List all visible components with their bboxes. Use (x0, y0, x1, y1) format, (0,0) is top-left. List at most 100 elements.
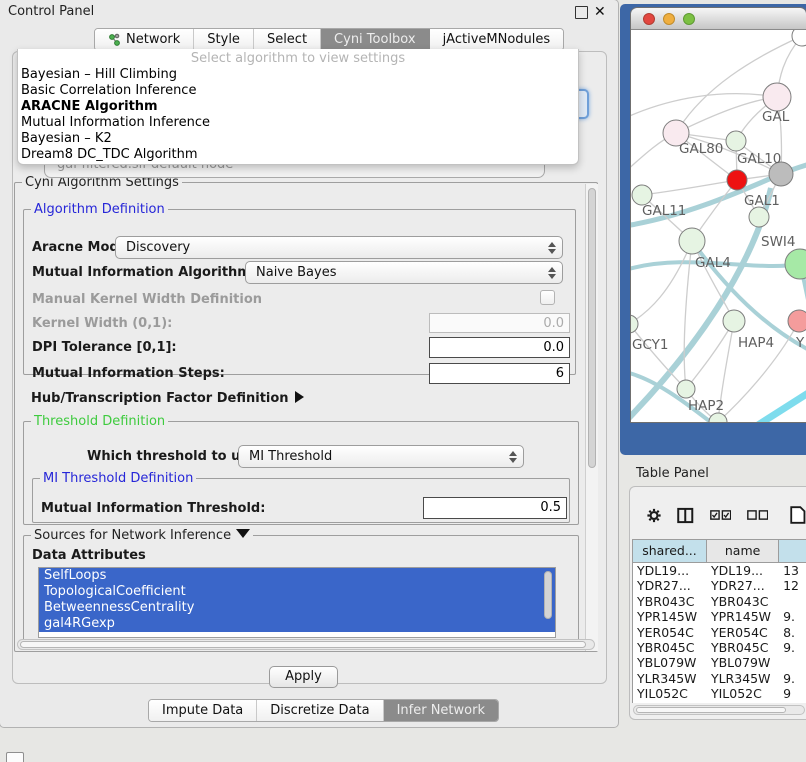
algorithm-option-aracne-algorithm[interactable]: ARACNE Algorithm (18, 99, 578, 115)
deselect-all-checkboxes-icon[interactable] (747, 509, 768, 521)
node-table: shared...name YDL19...YDL19...13YDR27...… (632, 539, 806, 703)
attributes-scrollbar-thumb[interactable] (544, 571, 552, 619)
settings-vertical-scrollbar[interactable] (585, 184, 598, 651)
network-node-gcy1[interactable] (631, 315, 638, 333)
select-all-checkboxes-icon[interactable] (710, 509, 731, 521)
close-icon[interactable]: ✕ (594, 6, 607, 19)
table-horizontal-scrollbar-thumb[interactable] (636, 707, 786, 713)
export-table-icon[interactable] (790, 504, 806, 526)
network-node-gal11[interactable] (632, 185, 652, 205)
network-edge (747, 390, 806, 422)
node-label-gal1: GAL1 (744, 193, 780, 209)
network-node-y[interactable] (788, 310, 806, 332)
expanded-arrow-icon[interactable] (236, 529, 250, 538)
combo-spinner-icon (544, 267, 562, 279)
network-canvas[interactable]: GALGAL80GAL10GAL1GAL11SWI4GAL4GCY1HAP4YH… (631, 30, 806, 422)
kernel-width-input[interactable]: 0.0 (429, 313, 570, 333)
column-header-name[interactable]: name (707, 540, 779, 563)
mi-type-combo[interactable]: Naive Bayes (245, 261, 563, 284)
tab-impute-data[interactable]: Impute Data (149, 700, 257, 721)
threshold-definition-title: Threshold Definition (31, 414, 168, 429)
network-edge (642, 180, 737, 195)
gear-icon[interactable] (647, 507, 661, 524)
network-edge (631, 372, 713, 422)
mi-threshold-group-title: MI Threshold Definition (40, 471, 196, 486)
tab-jactivemnodules[interactable]: jActiveMNodules (430, 29, 564, 50)
table-row[interactable]: YIL052CYIL052C9 (633, 686, 806, 701)
settings-horizontal-scrollbar[interactable] (17, 639, 595, 650)
table-row[interactable]: YPR145WYPR145W9. (633, 609, 806, 624)
node-label-gal4: GAL4 (695, 255, 731, 271)
network-node-gal10[interactable] (726, 131, 746, 151)
network-node-gal[interactable] (763, 83, 791, 111)
network-node-swi4[interactable] (749, 207, 769, 227)
network-node-hap2[interactable] (677, 380, 695, 398)
network-desktop-background: GALGAL80GAL10GAL1GAL11SWI4GAL4GCY1HAP4YH… (620, 4, 806, 455)
tab-network[interactable]: Network (95, 29, 194, 50)
algorithm-option-dream8-dc-tdc-algorithm[interactable]: Dream8 DC_TDC Algorithm (18, 147, 578, 163)
network-tab-icon (108, 33, 121, 47)
tab-select[interactable]: Select (254, 29, 321, 50)
collapsed-arrow-icon[interactable] (295, 391, 304, 403)
network-node-hap4[interactable] (723, 310, 745, 332)
tab-style[interactable]: Style (194, 29, 254, 50)
tab-cyni-toolbox[interactable]: Cyni Toolbox (321, 29, 430, 50)
tab-discretize-data[interactable]: Discretize Data (257, 700, 383, 721)
minimize-traffic-light-icon[interactable] (663, 13, 675, 25)
attribute-item-betweennesscentrality[interactable]: BetweennessCentrality (39, 600, 555, 616)
network-node-gal1[interactable] (727, 170, 747, 190)
cyni-algorithm-settings-group: Cyni Algorithm Settings Algorithm Defini… (14, 182, 598, 652)
network-node[interactable] (709, 413, 727, 422)
show-columns-icon[interactable] (677, 506, 694, 525)
network-node[interactable] (792, 30, 806, 46)
data-attributes-list[interactable]: SelfLoopsTopologicalCoefficientBetweenne… (38, 567, 556, 638)
network-edge (631, 94, 777, 118)
float-window-icon[interactable] (575, 6, 588, 19)
tab-infer-network[interactable]: Infer Network (384, 700, 498, 721)
attribute-item-gal4rgexp[interactable]: gal4RGexp (39, 616, 555, 632)
hub-definition-toggle[interactable]: Hub/Transcription Factor Definition (31, 391, 304, 406)
apply-button[interactable]: Apply (269, 666, 338, 688)
table-row[interactable]: YBR043CYBR043C (633, 594, 806, 609)
attribute-item-topologicalcoefficient[interactable]: TopologicalCoefficient (39, 584, 555, 600)
algorithm-option-bayesian-k2[interactable]: Bayesian – K2 (18, 131, 578, 147)
network-window[interactable]: GALGAL80GAL10GAL1GAL11SWI4GAL4GCY1HAP4YH… (631, 8, 806, 422)
algorithm-definition-group: Algorithm Definition Aracne Mode: Discov… (23, 209, 576, 375)
settings-horizontal-scrollbar-thumb[interactable] (20, 641, 586, 648)
network-window-titlebar[interactable] (631, 8, 806, 30)
table-row[interactable]: YBL079WYBL079W (633, 655, 806, 670)
which-threshold-combo[interactable]: MI Threshold (238, 445, 524, 468)
mi-steps-label: Mutual Information Steps: (32, 366, 225, 381)
network-edge (631, 324, 686, 389)
close-traffic-light-icon[interactable] (643, 13, 655, 25)
table-horizontal-scrollbar[interactable] (633, 705, 805, 715)
algorithm-option-bayesian-hill-climbing[interactable]: Bayesian – Hill Climbing (18, 67, 578, 83)
table-row[interactable]: YER054CYER054C8. (633, 625, 806, 640)
table-row[interactable]: YDR27...YDR27...12 (633, 578, 806, 593)
algorithm-option-mutual-information-inference[interactable]: Mutual Information Inference (18, 115, 578, 131)
table-row[interactable]: YBR045CYBR045C9. (633, 640, 806, 655)
minimized-panel-icon[interactable] (6, 752, 24, 762)
node-label-gal80: GAL80 (679, 141, 723, 157)
attribute-item-selfloops[interactable]: SelfLoops (39, 568, 555, 584)
sources-group: Sources for Network Inference Data Attri… (23, 535, 579, 649)
mi-threshold-input[interactable]: 0.5 (423, 497, 567, 519)
table-toolbar (630, 497, 806, 533)
column-header-extra[interactable] (779, 540, 806, 563)
network-node-gal4[interactable] (679, 228, 705, 254)
mi-steps-input[interactable]: 6 (429, 363, 570, 384)
network-node[interactable] (785, 249, 806, 279)
table-row[interactable]: YDL19...YDL19...13 (633, 563, 806, 578)
manual-kernel-checkbox[interactable] (540, 290, 555, 305)
algorithm-option-basic-correlation-inference[interactable]: Basic Correlation Inference (18, 83, 578, 99)
algorithm-dropdown-popup: Select algorithm to view settings Bayesi… (17, 49, 579, 165)
combo-spinner-icon (544, 242, 562, 254)
dpi-tolerance-input[interactable]: 0.0 (429, 337, 570, 358)
zoom-traffic-light-icon[interactable] (683, 13, 695, 25)
settings-vertical-scrollbar-thumb[interactable] (588, 188, 596, 468)
aracne-mode-combo[interactable]: Discovery (115, 236, 563, 259)
sources-group-title: Sources for Network Inference (31, 528, 253, 543)
table-row[interactable]: YLR345WYLR345W9. (633, 671, 806, 686)
column-header-shared[interactable]: shared... (633, 540, 707, 563)
table-panel: shared...name YDL19...YDL19...13YDR27...… (629, 486, 806, 720)
